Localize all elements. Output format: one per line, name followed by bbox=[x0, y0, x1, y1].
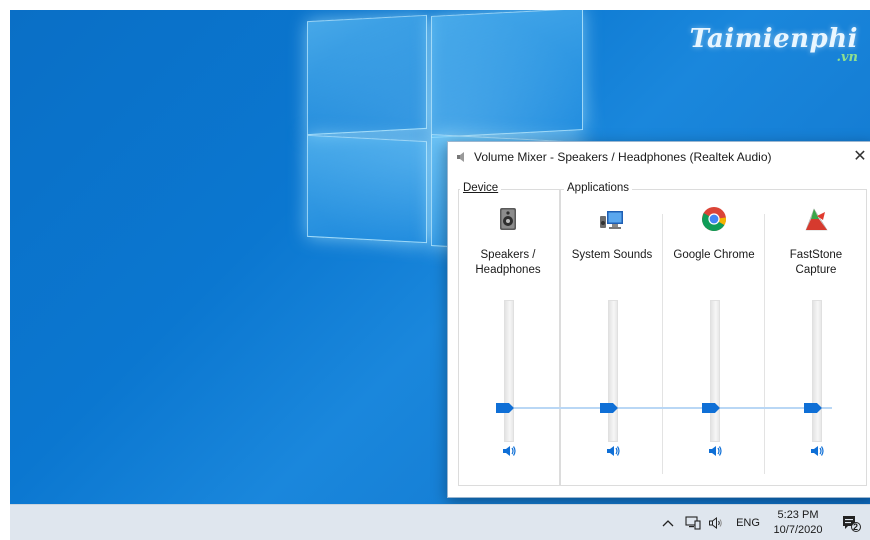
clock-date: 10/7/2020 bbox=[773, 524, 823, 536]
mute-button-speaker-icon[interactable] bbox=[809, 444, 825, 458]
speaker-icon bbox=[457, 152, 464, 162]
show-hidden-icons-button[interactable] bbox=[658, 505, 678, 540]
close-button[interactable]: ✕ bbox=[845, 142, 870, 172]
clock-time: 5:23 PM bbox=[777, 509, 819, 521]
taskbar: ENG 5:23 PM 10/7/2020 2 bbox=[10, 504, 870, 540]
title-bar[interactable]: Volume Mixer - Speakers / Headphones (Re… bbox=[448, 142, 870, 172]
watermark-logo: Taimienphi .vn bbox=[689, 24, 858, 65]
volume-slider-track[interactable] bbox=[504, 300, 514, 442]
volume-button[interactable] bbox=[705, 505, 727, 540]
windows-logo-pane bbox=[307, 14, 427, 136]
channel-label: System Sounds bbox=[571, 249, 653, 261]
window-title: Volume Mixer - Speakers / Headphones (Re… bbox=[474, 150, 772, 164]
applications-group-label: Applications bbox=[564, 182, 633, 194]
channel-system-sounds: System Sounds bbox=[562, 206, 662, 476]
volume-icon bbox=[709, 517, 722, 529]
mute-button-speaker-icon[interactable] bbox=[501, 444, 517, 458]
input-language-button[interactable]: ENG bbox=[730, 505, 766, 540]
windows-logo-pane bbox=[307, 134, 427, 244]
network-icon bbox=[685, 516, 701, 530]
network-button[interactable] bbox=[682, 505, 704, 540]
chrome-icon bbox=[702, 207, 726, 232]
volume-slider-track[interactable] bbox=[812, 300, 822, 442]
notification-count-badge: 2 bbox=[853, 522, 859, 532]
channel-divider bbox=[662, 214, 663, 474]
channel-divider bbox=[764, 214, 765, 474]
mute-button-speaker-icon[interactable] bbox=[707, 444, 723, 458]
windows-logo-pane bbox=[431, 10, 583, 138]
mute-button-speaker-icon[interactable] bbox=[605, 444, 621, 458]
action-center-button[interactable]: 2 bbox=[836, 505, 866, 540]
volume-slider-track[interactable] bbox=[710, 300, 720, 442]
channel-label: Google Chrome bbox=[673, 249, 755, 261]
channel-speakers-headphones: Speakers / Headphones bbox=[458, 206, 558, 476]
channel-faststone-capture: FastStone Capture bbox=[766, 206, 866, 476]
channel-google-chrome: Google Chrome bbox=[664, 206, 764, 476]
desktop-wallpaper: Taimienphi .vn Volume Mixer - Speakers /… bbox=[10, 10, 870, 504]
clock[interactable]: 5:23 PM 10/7/2020 bbox=[766, 505, 830, 540]
device-group-label: Device bbox=[460, 182, 502, 194]
screen: Taimienphi .vn Volume Mixer - Speakers /… bbox=[10, 10, 870, 540]
channel-label: FastStone Capture bbox=[789, 249, 843, 276]
channel-label: Speakers / Headphones bbox=[475, 249, 541, 276]
volume-mixer-window: Volume Mixer - Speakers / Headphones (Re… bbox=[447, 141, 870, 498]
chevron-up-icon bbox=[662, 520, 674, 527]
volume-slider-track[interactable] bbox=[608, 300, 618, 442]
speaker-device-icon bbox=[500, 208, 516, 230]
faststone-capture-icon bbox=[805, 208, 828, 231]
system-sounds-icon bbox=[600, 211, 623, 229]
